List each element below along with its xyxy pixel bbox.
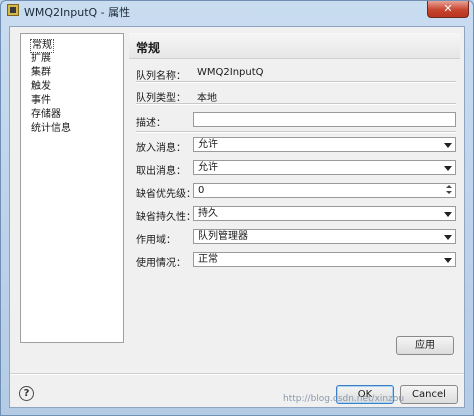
nav-item-statistics[interactable]: 统计信息 (31, 123, 71, 135)
chevron-down-icon (444, 258, 452, 263)
help-icon[interactable]: ? (19, 386, 34, 401)
panel-header: 常规 (129, 33, 460, 59)
put-messages-select[interactable]: 允许 (193, 137, 456, 152)
chevron-down-icon (444, 143, 452, 148)
get-messages-select[interactable]: 允许 (193, 160, 456, 175)
divider (136, 103, 456, 105)
nav-item-extended[interactable]: 扩展 (31, 53, 51, 65)
app-icon (7, 4, 19, 16)
panel-title: 常规 (136, 41, 161, 55)
description-label: 描述： (136, 118, 166, 129)
chevron-down-icon (444, 212, 452, 217)
close-button[interactable]: ✕ (427, 1, 469, 18)
chevron-down-icon (444, 166, 452, 171)
usage-select[interactable]: 正常 (193, 252, 456, 267)
queue-name-label: 队列名称： (136, 71, 186, 82)
usage-label: 使用情况： (136, 258, 186, 269)
spin-down-icon[interactable] (445, 190, 454, 196)
default-priority-value: 0 (198, 185, 205, 196)
get-messages-value: 允许 (198, 162, 218, 173)
default-priority-label: 缺省优先级： (136, 189, 196, 200)
put-messages-label: 放入消息： (136, 143, 186, 154)
default-persistence-select[interactable]: 持久 (193, 206, 456, 221)
cancel-button[interactable]: Cancel (400, 385, 458, 404)
nav-item-general[interactable]: 常规 (30, 39, 54, 53)
nav-item-events[interactable]: 事件 (31, 95, 51, 107)
queue-name-value: WMQ2InputQ (197, 67, 264, 78)
nav-item-triggering[interactable]: 触发 (31, 81, 51, 93)
default-priority-spinner[interactable]: 0 (193, 183, 456, 198)
title-bar: WMQ2InputQ - 属性 ✕ (1, 1, 473, 21)
properties-window: WMQ2InputQ - 属性 ✕ 常规 扩展 集群 触发 事件 存储器 统计信… (0, 0, 474, 416)
scope-select[interactable]: 队列管理器 (193, 229, 456, 244)
default-persistence-label: 缺省持久性： (136, 212, 196, 223)
general-panel: 常规 队列名称： WMQ2InputQ 队列类型： 本地 描述： 放入消息： 允… (129, 33, 460, 358)
get-messages-label: 取出消息： (136, 166, 186, 177)
nav-item-cluster[interactable]: 集群 (31, 67, 51, 79)
queue-type-value: 本地 (197, 93, 217, 104)
watermark: http://blog.csdn.net/xinzou (283, 394, 405, 404)
divider (136, 81, 456, 83)
usage-value: 正常 (198, 254, 218, 265)
queue-type-label: 队列类型： (136, 93, 186, 104)
dialog-client-area: 常规 扩展 集群 触发 事件 存储器 统计信息 常规 队列名称： WMQ2Inp… (9, 26, 465, 408)
apply-button[interactable]: 应用 (396, 336, 454, 355)
window-title: WMQ2InputQ - 属性 (24, 6, 131, 19)
scope-value: 队列管理器 (198, 231, 248, 242)
description-input[interactable] (193, 112, 456, 127)
chevron-down-icon (444, 235, 452, 240)
nav-item-storage[interactable]: 存储器 (31, 109, 61, 121)
default-persistence-value: 持久 (198, 208, 218, 219)
category-nav: 常规 扩展 集群 触发 事件 存储器 统计信息 (20, 33, 124, 343)
divider (136, 131, 456, 133)
scope-label: 作用域： (136, 235, 176, 246)
footer-divider (10, 373, 464, 375)
put-messages-value: 允许 (198, 139, 218, 150)
